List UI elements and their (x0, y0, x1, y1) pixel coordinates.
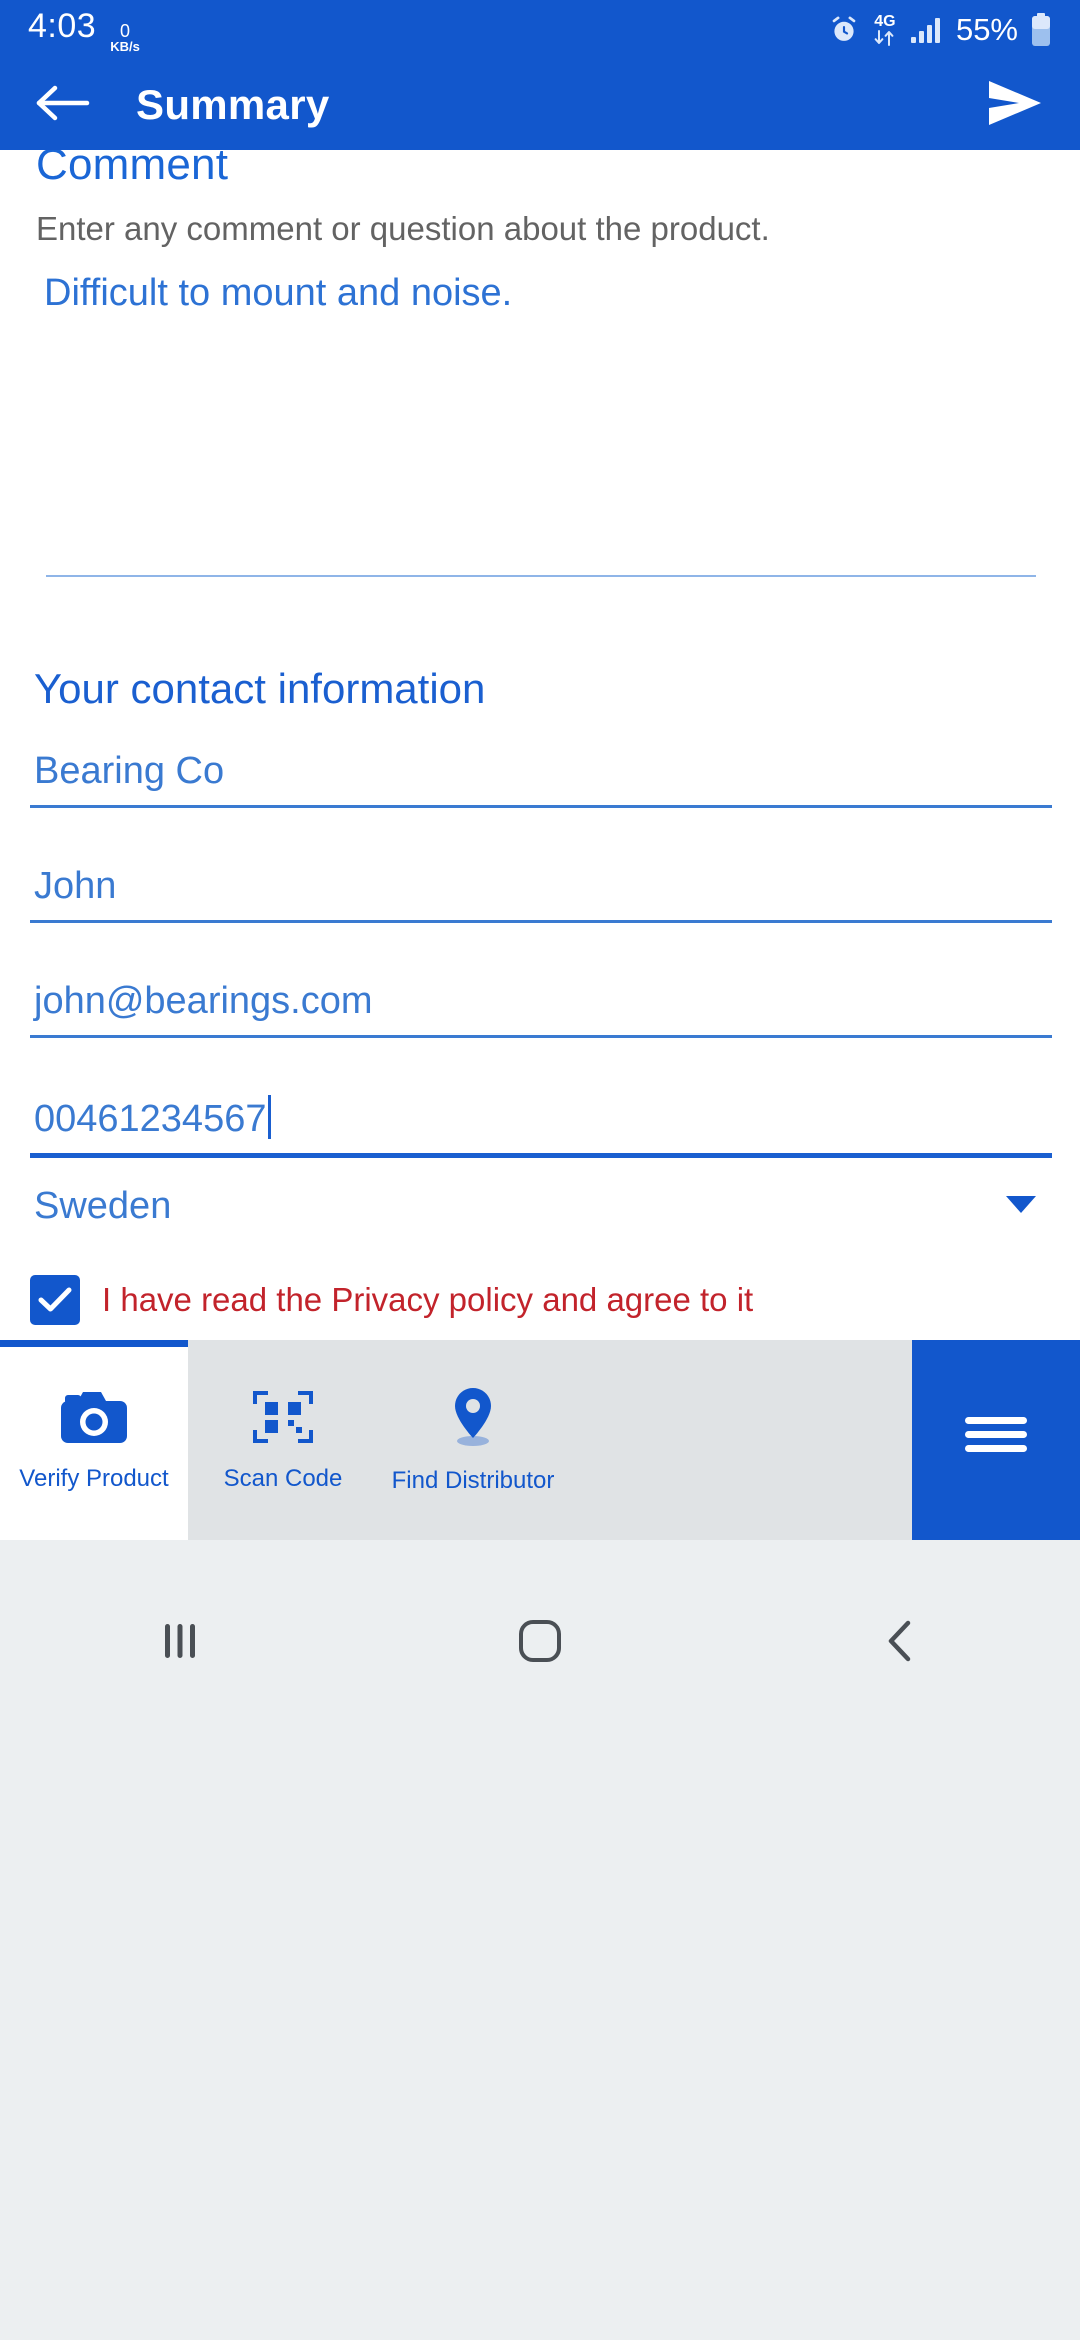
android-navigation-bar (0, 1540, 1080, 2340)
contact-name-field[interactable]: John (30, 865, 1052, 923)
tab-find-distributor-label: Find Distributor (391, 1466, 555, 1494)
page-title: Summary (136, 81, 330, 128)
hamburger-menu-icon (963, 1414, 1029, 1467)
tab-verify-product[interactable]: Verify Product (0, 1340, 188, 1540)
recents-icon (158, 1620, 202, 1667)
phone-field-underline (30, 1153, 1052, 1158)
alarm-icon (828, 14, 860, 46)
phone-field-value: 00461234567 (34, 1098, 267, 1140)
menu-button[interactable] (912, 1340, 1080, 1540)
comment-hint-text: Enter any comment or question about the … (36, 210, 770, 247)
qr-code-icon (252, 1388, 314, 1451)
privacy-consent-row[interactable]: I have read the Privacy policy and agree… (30, 1275, 753, 1325)
phone-field-value-wrap: 00461234567 (30, 1095, 1052, 1141)
status-bar-left: 4:03 0 KB/s (28, 7, 140, 53)
email-field-value: john@bearings.com (34, 980, 373, 1022)
contact-name-field-value: John (34, 865, 117, 907)
app-screen: 4:03 0 KB/s 4G 55% Summary Comment Enter… (0, 0, 1080, 2340)
text-cursor (268, 1095, 272, 1139)
home-icon (517, 1618, 563, 1669)
privacy-consent-label[interactable]: I have read the Privacy policy and agree… (102, 1281, 753, 1319)
map-pin-icon (445, 1386, 501, 1453)
country-select-value: Sweden (34, 1185, 172, 1227)
tab-bar-spacer (568, 1340, 912, 1540)
email-field[interactable]: john@bearings.com (30, 980, 1052, 1038)
tab-scan-code-label: Scan Code (223, 1464, 343, 1492)
comment-field-underline (46, 575, 1036, 577)
status-bar: 4:03 0 KB/s 4G 55% (0, 0, 1080, 60)
contact-name-field-underline (30, 920, 1052, 923)
phone-field[interactable]: 00461234567 (30, 1095, 1052, 1158)
back-button[interactable] (30, 73, 94, 137)
status-clock: 4:03 (28, 7, 97, 45)
tab-scan-code[interactable]: Scan Code (188, 1340, 378, 1540)
back-nav-button[interactable] (855, 1598, 945, 1688)
status-bar-right: 4G 55% (828, 12, 1052, 48)
contact-section-heading: Your contact information (34, 665, 486, 712)
form-scroll-area[interactable]: Comment Enter any comment or question ab… (0, 150, 1080, 1340)
country-select[interactable]: Sweden (30, 1185, 1052, 1228)
arrow-left-icon (33, 79, 91, 132)
network-speed-value: 0 (119, 21, 130, 41)
send-button[interactable] (980, 70, 1050, 140)
company-field[interactable]: Bearing Co (30, 750, 1052, 808)
recents-button[interactable] (135, 1598, 225, 1688)
company-field-underline (30, 805, 1052, 808)
tab-find-distributor[interactable]: Find Distributor (378, 1340, 568, 1540)
privacy-checkbox[interactable] (30, 1275, 80, 1325)
camera-icon (58, 1388, 130, 1451)
send-icon (985, 77, 1045, 134)
tab-verify-product-label: Verify Product (19, 1464, 169, 1492)
battery-icon (1030, 13, 1052, 47)
back-chevron-icon (883, 1618, 917, 1669)
app-bar: Summary (0, 60, 1080, 150)
company-field-value: Bearing Co (34, 750, 225, 792)
chevron-down-icon (1004, 1193, 1038, 1220)
network-speed-indicator: 0 KB/s (110, 22, 140, 53)
email-field-underline (30, 1035, 1052, 1038)
comment-input[interactable]: Difficult to mount and noise. (44, 272, 512, 315)
data-transfer-icon: 4G (872, 14, 898, 46)
battery-percent-label: 55% (955, 12, 1018, 47)
network-type-label: 4G (874, 13, 896, 30)
home-button[interactable] (495, 1598, 585, 1688)
active-tab-indicator (0, 1340, 188, 1347)
bottom-tab-bar: Verify Product Scan Code Find Distributo… (0, 1340, 1080, 1540)
signal-bars-icon (910, 16, 944, 44)
network-speed-unit: KB/s (110, 39, 140, 54)
comment-section-heading: Comment (36, 150, 229, 189)
